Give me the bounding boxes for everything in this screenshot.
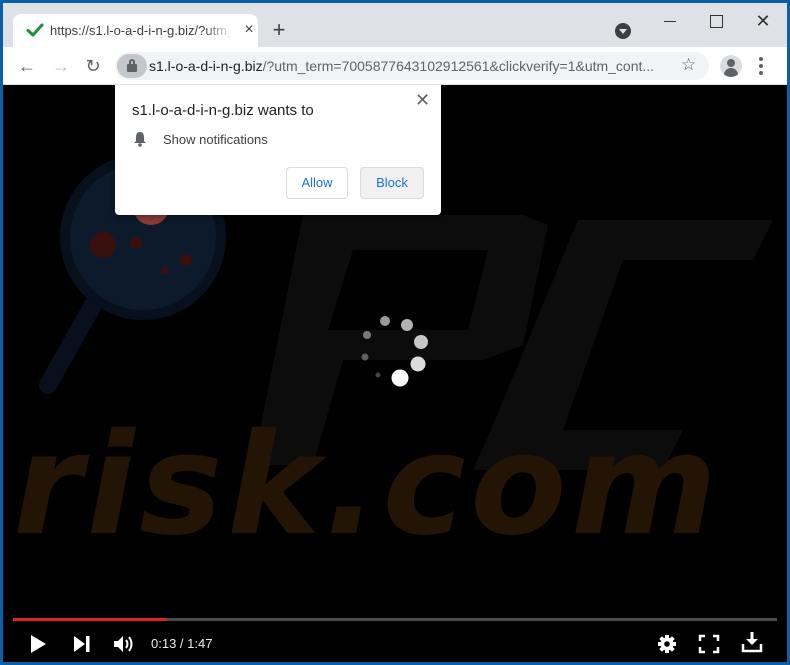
fullscreen-icon[interactable] [698, 634, 720, 654]
video-progress-bar[interactable] [13, 618, 777, 621]
toolbar: ← → ↻ s1.l-o-a-d-i-n-g.biz/?utm_term=700… [3, 47, 787, 85]
tab-strip: https://s1.l-o-a-d-i-n-g.biz/?utm_term=7… [3, 3, 787, 47]
popup-close-button[interactable]: ✕ [415, 90, 430, 111]
profile-avatar-button[interactable] [720, 55, 742, 77]
spinner-dot [363, 331, 371, 339]
volume-icon[interactable] [113, 634, 137, 654]
spinner-dot [361, 353, 369, 361]
bookmark-star-icon[interactable]: ☆ [681, 55, 696, 75]
settings-gear-icon[interactable] [657, 634, 677, 654]
spinner-dot [375, 372, 381, 378]
dot [759, 71, 763, 75]
url-host: s1.l-o-a-d-i-n-g.biz [149, 58, 263, 74]
bell-icon [134, 132, 146, 147]
time-display: 0:13 / 1:47 [151, 636, 213, 651]
download-icon[interactable] [741, 631, 763, 653]
site-info-button[interactable] [117, 54, 147, 78]
permission-label: Show notifications [163, 132, 268, 147]
spinner-dot [391, 369, 409, 387]
browser-menu-button[interactable] [755, 55, 767, 77]
check-icon [26, 23, 44, 37]
tab-active[interactable]: https://s1.l-o-a-d-i-n-g.biz/?utm_term=7… [13, 14, 258, 47]
person-icon [727, 59, 735, 67]
lock-icon-body [127, 64, 137, 72]
reload-button[interactable]: ↻ [81, 54, 105, 78]
next-icon[interactable] [73, 634, 91, 654]
popup-title: s1.l-o-a-d-i-n-g.biz wants to [132, 102, 314, 119]
play-icon[interactable] [29, 634, 47, 654]
minimize-button[interactable] [656, 11, 686, 31]
spinner-dot [414, 335, 428, 349]
forward-button[interactable]: → [49, 54, 73, 78]
video-progress-fill [13, 618, 166, 621]
tab-search-icon[interactable] [615, 23, 631, 39]
tab-title-fade [203, 18, 233, 42]
allow-button[interactable]: Allow [286, 167, 348, 199]
spinner-dot [380, 316, 390, 326]
back-button[interactable]: ← [15, 54, 39, 78]
notification-permission-popup: s1.l-o-a-d-i-n-g.biz wants to ✕ Show not… [115, 85, 441, 215]
new-tab-button[interactable]: + [269, 19, 289, 41]
tab-close-button[interactable]: × [241, 22, 257, 38]
browser-window: https://s1.l-o-a-d-i-n-g.biz/?utm_term=7… [3, 3, 787, 662]
address-bar[interactable]: s1.l-o-a-d-i-n-g.biz/?utm_term=700587764… [115, 52, 709, 80]
spinner-dot [401, 319, 413, 331]
person-icon-body [724, 68, 738, 77]
page-content: risk.com s1.l-o-a-d-i-n-g.biz wants to ✕… [3, 85, 787, 662]
dot [759, 64, 763, 68]
block-button[interactable]: Block [360, 167, 424, 199]
url-text[interactable]: s1.l-o-a-d-i-n-g.biz/?utm_term=700587764… [149, 58, 669, 74]
window-close-button[interactable]: ✕ [748, 11, 778, 31]
dot [759, 57, 763, 61]
url-path: /?utm_term=7005877643102912561&clickveri… [262, 58, 655, 74]
spinner-dot [410, 356, 426, 372]
maximize-button[interactable] [701, 11, 731, 31]
